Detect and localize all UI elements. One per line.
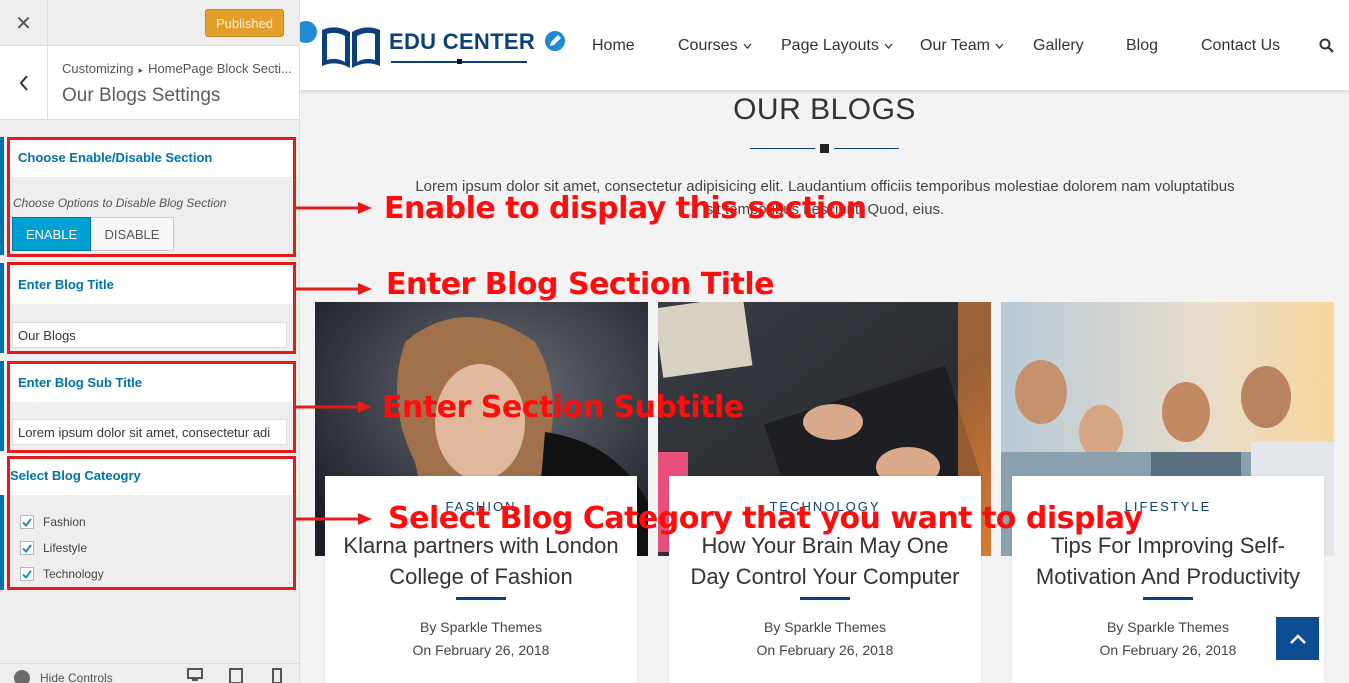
annotation-label: Select Blog Category that you want to di… xyxy=(388,501,1143,536)
post-divider xyxy=(800,597,850,600)
section-header: Customizing ▸ HomePage Block Secti... Our … xyxy=(0,46,299,120)
post-divider xyxy=(456,597,506,600)
tablet-preview-icon[interactable] xyxy=(229,668,243,683)
chevron-down-icon xyxy=(743,43,752,49)
customizer-sidebar: ✕ Published Customizing ▸ HomePage Block S… xyxy=(0,0,300,683)
title-divider-dot xyxy=(820,144,829,153)
customizer-footer: Hide Controls xyxy=(0,663,299,683)
annotation-box xyxy=(7,361,296,453)
pencil-edit-icon[interactable] xyxy=(543,29,567,53)
back-icon[interactable] xyxy=(0,46,48,119)
title-divider xyxy=(834,148,899,149)
annotation-label: Enable to display this section xyxy=(384,191,867,226)
panel-accent xyxy=(0,263,4,353)
annotation-box xyxy=(7,262,296,354)
blog-section-title: OUR BLOGS xyxy=(733,93,916,126)
post-divider xyxy=(1143,597,1193,600)
annotation-label: Enter Blog Section Title xyxy=(386,267,774,302)
edit-shortcut-icon[interactable] xyxy=(300,19,319,45)
breadcrumb: Customizing ▸ HomePage Block Secti... xyxy=(62,61,292,76)
search-icon[interactable] xyxy=(1319,38,1334,53)
published-button[interactable]: Published xyxy=(205,9,284,37)
nav-label: Contact Us xyxy=(1201,37,1281,54)
annotation-box xyxy=(7,456,296,590)
post-author: By Sparkle Themes xyxy=(764,619,886,635)
nav-label: Page Layouts xyxy=(781,37,879,54)
nav-label: Blog xyxy=(1126,37,1159,54)
hide-controls-button[interactable]: Hide Controls xyxy=(14,670,113,683)
nav-label: Gallery xyxy=(1033,37,1084,54)
annotation-arrow-icon xyxy=(296,401,372,413)
post-author: By Sparkle Themes xyxy=(420,619,542,635)
collapse-icon xyxy=(14,670,30,683)
nav-gallery[interactable]: Gallery xyxy=(1033,37,1084,55)
post-title[interactable]: Klarna partners with London College of F… xyxy=(335,530,627,592)
nav-label: Courses xyxy=(678,37,738,54)
nav-blog[interactable]: Blog xyxy=(1126,37,1158,55)
annotation-box xyxy=(7,137,296,257)
desktop-preview-icon[interactable] xyxy=(187,668,203,682)
mobile-preview-icon[interactable] xyxy=(272,668,282,683)
nav-label: Our Team xyxy=(920,37,990,54)
chevron-up-icon xyxy=(1289,633,1306,644)
annotation-arrow-icon xyxy=(296,513,372,525)
chevron-down-icon xyxy=(995,43,1004,49)
breadcrumb-separator-icon: ▸ xyxy=(138,65,144,75)
nav-page-layouts[interactable]: Page Layouts xyxy=(781,37,893,55)
post-title[interactable]: Tips For Improving Self-Motivation And P… xyxy=(1022,530,1314,592)
site-header: EDU CENTER Home Courses Page Layouts Our… xyxy=(300,0,1349,90)
logo-dot xyxy=(457,59,462,64)
logo-text[interactable]: EDU CENTER xyxy=(389,29,535,55)
annotation-arrow-icon xyxy=(296,283,372,295)
post-date: On February 26, 2018 xyxy=(412,642,550,658)
title-divider xyxy=(750,148,815,149)
customizer-topbar: ✕ Published xyxy=(0,0,299,46)
site-preview: EDU CENTER Home Courses Page Layouts Our… xyxy=(300,0,1349,683)
nav-our-team[interactable]: Our Team xyxy=(920,37,1004,55)
nav-home[interactable]: Home xyxy=(592,37,635,55)
panel-accent xyxy=(0,361,4,451)
nav-contact-us[interactable]: Contact Us xyxy=(1201,37,1280,55)
breadcrumb-item: Customizing xyxy=(62,61,134,76)
hide-controls-label: Hide Controls xyxy=(40,671,113,683)
section-title: Our Blogs Settings xyxy=(62,85,221,106)
scroll-to-top-button[interactable] xyxy=(1276,617,1319,660)
post-title[interactable]: How Your Brain May One Day Control Your … xyxy=(679,530,971,592)
close-icon[interactable]: ✕ xyxy=(0,0,48,46)
chevron-down-icon xyxy=(884,43,893,49)
annotation-label: Enter Section Subtitle xyxy=(382,390,744,425)
post-date: On February 26, 2018 xyxy=(756,642,894,658)
panel-accent xyxy=(0,137,4,255)
book-logo-icon xyxy=(322,27,380,68)
breadcrumb-item: HomePage Block Secti... xyxy=(148,61,292,76)
nav-label: Home xyxy=(592,37,635,54)
nav-courses[interactable]: Courses xyxy=(678,37,752,55)
annotation-arrow-icon xyxy=(296,202,372,214)
